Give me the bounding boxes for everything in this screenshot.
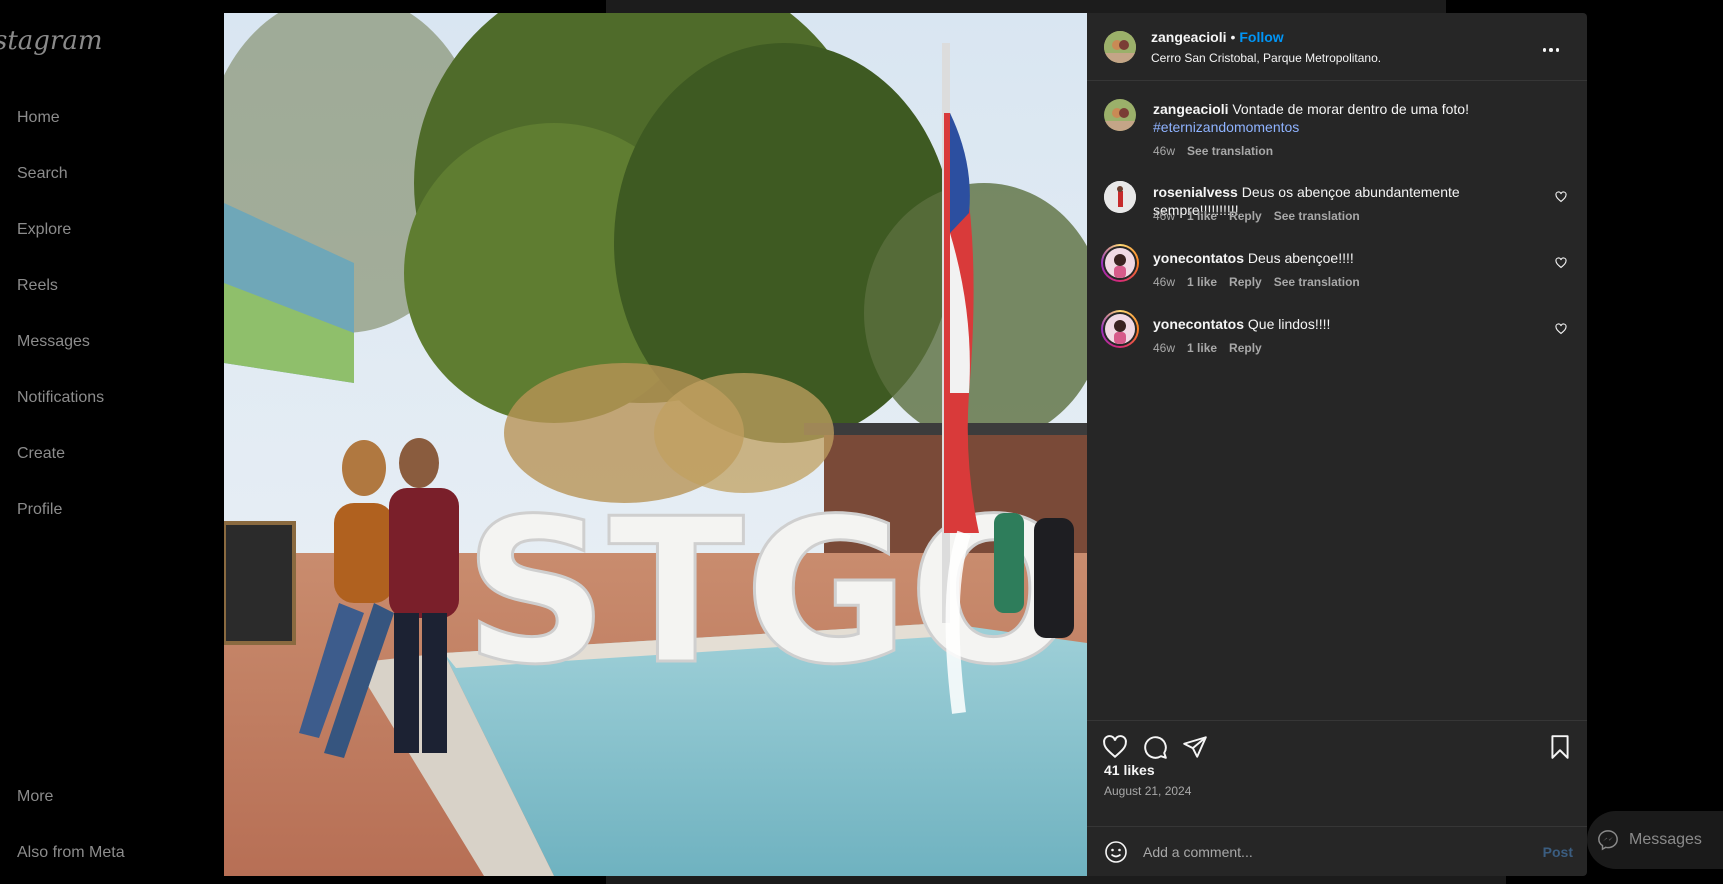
messages-pill[interactable]: Messages <box>1587 811 1723 869</box>
reply-button[interactable]: Reply <box>1229 275 1262 289</box>
comment-avatar[interactable] <box>1104 181 1136 213</box>
comment-meta: 46w 1 like Reply See translation <box>1153 209 1372 223</box>
see-translation-button[interactable]: See translation <box>1187 144 1273 158</box>
sidebar-item-search[interactable]: Search <box>17 165 68 183</box>
caption-age[interactable]: 46w <box>1153 144 1175 158</box>
like-comment-heart-icon[interactable] <box>1555 191 1567 203</box>
comment-meta: 46w 1 like Reply See translation <box>1153 275 1372 289</box>
like-comment-heart-icon[interactable] <box>1555 257 1567 269</box>
sidebar-item-profile[interactable]: Profile <box>17 501 62 519</box>
sidebar-item-reels[interactable]: Reels <box>17 277 58 295</box>
avatar-icon <box>1105 248 1135 278</box>
add-comment-bar: Post <box>1087 826 1587 876</box>
comment-likes[interactable]: 1 like <box>1187 209 1217 223</box>
comment-text: yonecontatos Que lindos!!!! <box>1153 315 1543 333</box>
comment-avatar[interactable] <box>1101 310 1139 348</box>
emoji-icon[interactable] <box>1104 840 1128 864</box>
comment-icon[interactable] <box>1142 734 1168 760</box>
post-header: zangeacioli • Follow Cerro San Cristobal, … <box>1087 13 1587 81</box>
follow-button[interactable]: Follow <box>1239 29 1283 45</box>
caption-text: zangeacioli Vontade de morar dentro de u… <box>1153 100 1543 136</box>
separator-dot: • <box>1230 29 1236 45</box>
bookmark-icon[interactable] <box>1547 734 1573 760</box>
post-actions <box>1087 720 1587 770</box>
author-avatar[interactable] <box>1104 31 1136 63</box>
more-icon-dot <box>1555 48 1560 52</box>
comment-age[interactable]: 46w <box>1153 341 1175 355</box>
post-image: STGO <box>224 13 1087 876</box>
more-icon <box>1542 48 1547 52</box>
sidebar-item-create[interactable]: Create <box>17 445 65 463</box>
comment-username[interactable]: yonecontatos <box>1153 250 1244 266</box>
sidebar-item-explore[interactable]: Explore <box>17 221 71 239</box>
post-details-panel: zangeacioli • Follow Cerro San Cristobal, … <box>1087 13 1587 876</box>
caption-meta: 46w See translation <box>1153 144 1285 158</box>
caption-body: Vontade de morar dentro de uma foto! <box>1232 101 1469 117</box>
post-date[interactable]: August 21, 2024 <box>1104 784 1191 798</box>
reply-button[interactable]: Reply <box>1229 341 1262 355</box>
sidebar-item-messages[interactable]: Messages <box>17 333 90 351</box>
hashtag-link[interactable]: #eternizandomomentos <box>1153 119 1299 135</box>
caption-avatar[interactable] <box>1104 99 1136 131</box>
comment-likes[interactable]: 1 like <box>1187 275 1217 289</box>
author-username[interactable]: zangeacioli <box>1151 29 1226 45</box>
comment-username[interactable]: rosenialvess <box>1153 184 1238 200</box>
see-translation-button[interactable]: See translation <box>1274 275 1360 289</box>
comment-meta: 46w 1 like Reply <box>1153 341 1274 355</box>
background-feed-bottom <box>606 876 1506 884</box>
comment-text: yonecontatos Deus abençoe!!!! <box>1153 249 1543 267</box>
heart-icon[interactable] <box>1102 734 1128 760</box>
avatar-icon <box>1104 99 1136 131</box>
post-location[interactable]: Cerro San Cristobal, Parque Metropolitan… <box>1151 51 1381 65</box>
comment-username[interactable]: yonecontatos <box>1153 316 1244 332</box>
more-options-button[interactable] <box>1540 39 1562 61</box>
sidebar-item-more[interactable]: More <box>17 788 53 806</box>
comment-body: Deus abençoe!!!! <box>1247 250 1354 266</box>
sidebar: stagram Home Search Explore Reels Messag… <box>0 0 224 884</box>
sidebar-item-also-from-meta[interactable]: Also from Meta <box>17 844 125 862</box>
comment-body: Que lindos!!!! <box>1247 316 1331 332</box>
sidebar-item-home[interactable]: Home <box>17 109 60 127</box>
share-icon[interactable] <box>1182 734 1208 760</box>
avatar-icon <box>1105 314 1135 344</box>
comment-input[interactable] <box>1143 839 1503 865</box>
comment-avatar[interactable] <box>1101 244 1139 282</box>
like-comment-heart-icon[interactable] <box>1555 323 1567 335</box>
comment-likes[interactable]: 1 like <box>1187 341 1217 355</box>
comment-age[interactable]: 46w <box>1153 275 1175 289</box>
stgo-sign: STGO <box>464 476 1079 709</box>
reply-button[interactable]: Reply <box>1229 209 1262 223</box>
likes-count[interactable]: 41 likes <box>1104 762 1155 778</box>
avatar-icon <box>1104 181 1136 213</box>
more-icon-dot <box>1549 48 1553 52</box>
messages-label: Messages <box>1629 831 1702 848</box>
post-comment-button[interactable]: Post <box>1543 844 1573 860</box>
messenger-icon <box>1598 830 1618 851</box>
instagram-logo[interactable]: stagram <box>0 26 103 56</box>
comment-age[interactable]: 46w <box>1153 209 1175 223</box>
background-feed <box>606 0 1446 13</box>
sidebar-item-notifications[interactable]: Notifications <box>17 389 104 407</box>
avatar-icon <box>1104 31 1136 63</box>
post-photo[interactable]: STGO <box>224 13 1087 876</box>
see-translation-button[interactable]: See translation <box>1274 209 1360 223</box>
caption-username[interactable]: zangeacioli <box>1153 101 1228 117</box>
